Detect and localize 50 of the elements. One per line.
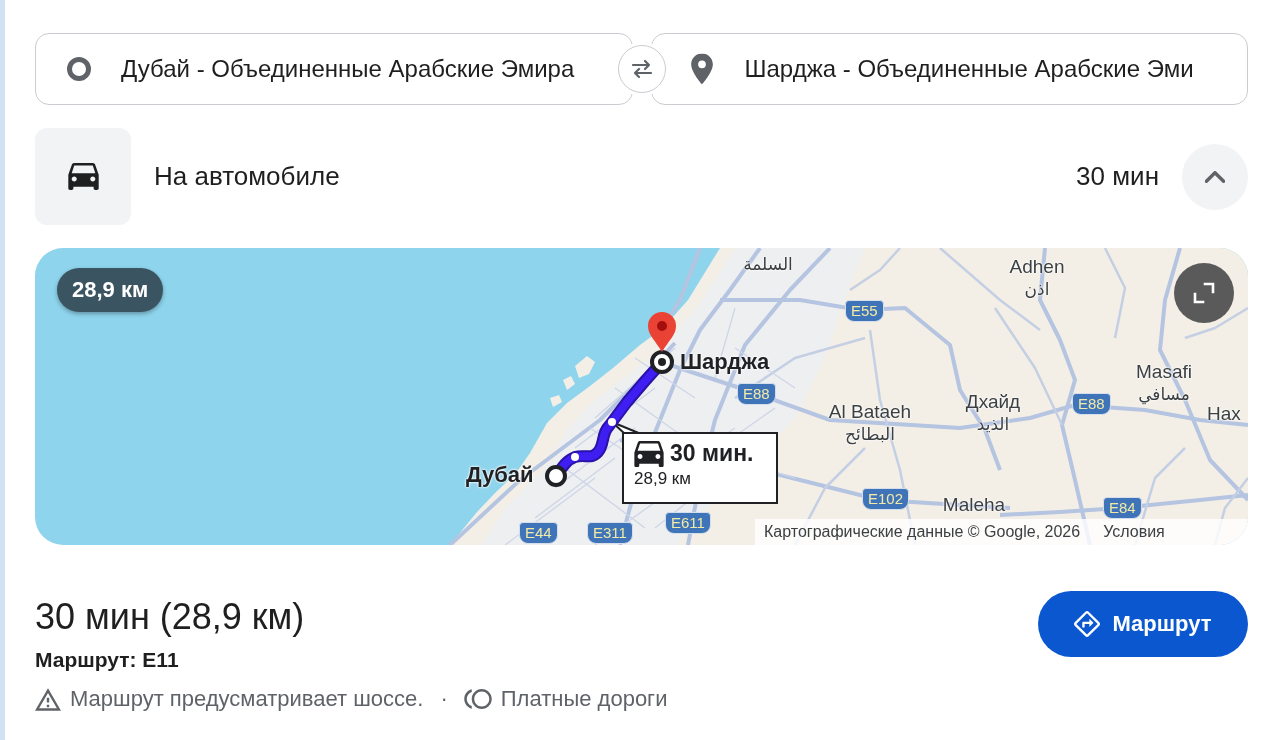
map-place-label: Нах xyxy=(1207,403,1241,425)
origin-field[interactable]: Дубай - Объединенные Арабские Эмира xyxy=(35,33,633,105)
route-note: Маршрут предусматривает шоссе. xyxy=(70,685,424,713)
travel-duration: 30 мин xyxy=(1076,161,1159,192)
terms-link[interactable]: Условия xyxy=(1103,523,1165,541)
warning-icon xyxy=(35,687,61,711)
directions-button[interactable]: Маршрут xyxy=(1038,591,1248,657)
road-shield: E102 xyxy=(862,488,910,510)
map-place-label: Maleha xyxy=(942,494,1006,516)
toll-icon xyxy=(463,689,492,709)
swap-arrows-icon xyxy=(629,59,654,79)
map-place-label: Adhen xyxy=(1009,256,1065,278)
road-shield: E88 xyxy=(737,383,776,405)
car-icon xyxy=(67,163,99,190)
separator-dot: · xyxy=(440,685,448,713)
callout-distance: 28,9 км xyxy=(634,469,692,489)
travel-mode-label: На автомобиле xyxy=(154,161,340,192)
route-endpoint-label: Дубай xyxy=(466,462,534,488)
fullscreen-icon xyxy=(1192,281,1216,305)
map-place-label: الذيد xyxy=(976,413,1010,435)
route-via: Маршрут: E11 xyxy=(35,647,180,673)
driving-mode-button[interactable] xyxy=(35,128,131,225)
map-place-label: Дхайд xyxy=(965,391,1021,413)
map-place-label: Al Bataeh xyxy=(828,401,912,423)
map-place-label: السلمة xyxy=(743,253,793,275)
swap-button[interactable] xyxy=(617,45,666,93)
callout-duration: 30 мин. xyxy=(670,440,754,467)
map-place-label: البطائح xyxy=(845,423,895,445)
map-pin-icon xyxy=(648,312,676,352)
map-place-label: اذن xyxy=(1024,278,1050,300)
map-pin-icon xyxy=(690,53,713,85)
route-end-marker-icon xyxy=(650,350,674,374)
road-shield: E311 xyxy=(587,522,633,544)
circle-icon xyxy=(66,56,92,82)
route-note: Платные дороги xyxy=(500,685,668,713)
road-shield: E88 xyxy=(1072,393,1111,415)
road-shield: E44 xyxy=(519,522,558,544)
destination-field[interactable]: Шарджа - Объединенные Арабские Эми xyxy=(650,33,1248,105)
directions-icon xyxy=(1074,611,1101,637)
map-attribution: Картографические данные © Google, 2026 xyxy=(764,523,1081,541)
route-summary-title: 30 мин (28,9 км) xyxy=(35,595,306,639)
distance-badge: 28,9 км xyxy=(57,268,164,312)
road-shield: E55 xyxy=(845,300,884,322)
road-shield: E84 xyxy=(1103,497,1142,519)
road-shield: E611 xyxy=(665,512,711,534)
map-place-label: مسافي xyxy=(1138,383,1190,405)
car-icon xyxy=(634,440,664,467)
map-place-label: Masafi xyxy=(1136,361,1192,383)
route-start-marker-icon xyxy=(545,465,567,487)
route-endpoint-label: Шарджа xyxy=(680,349,770,375)
